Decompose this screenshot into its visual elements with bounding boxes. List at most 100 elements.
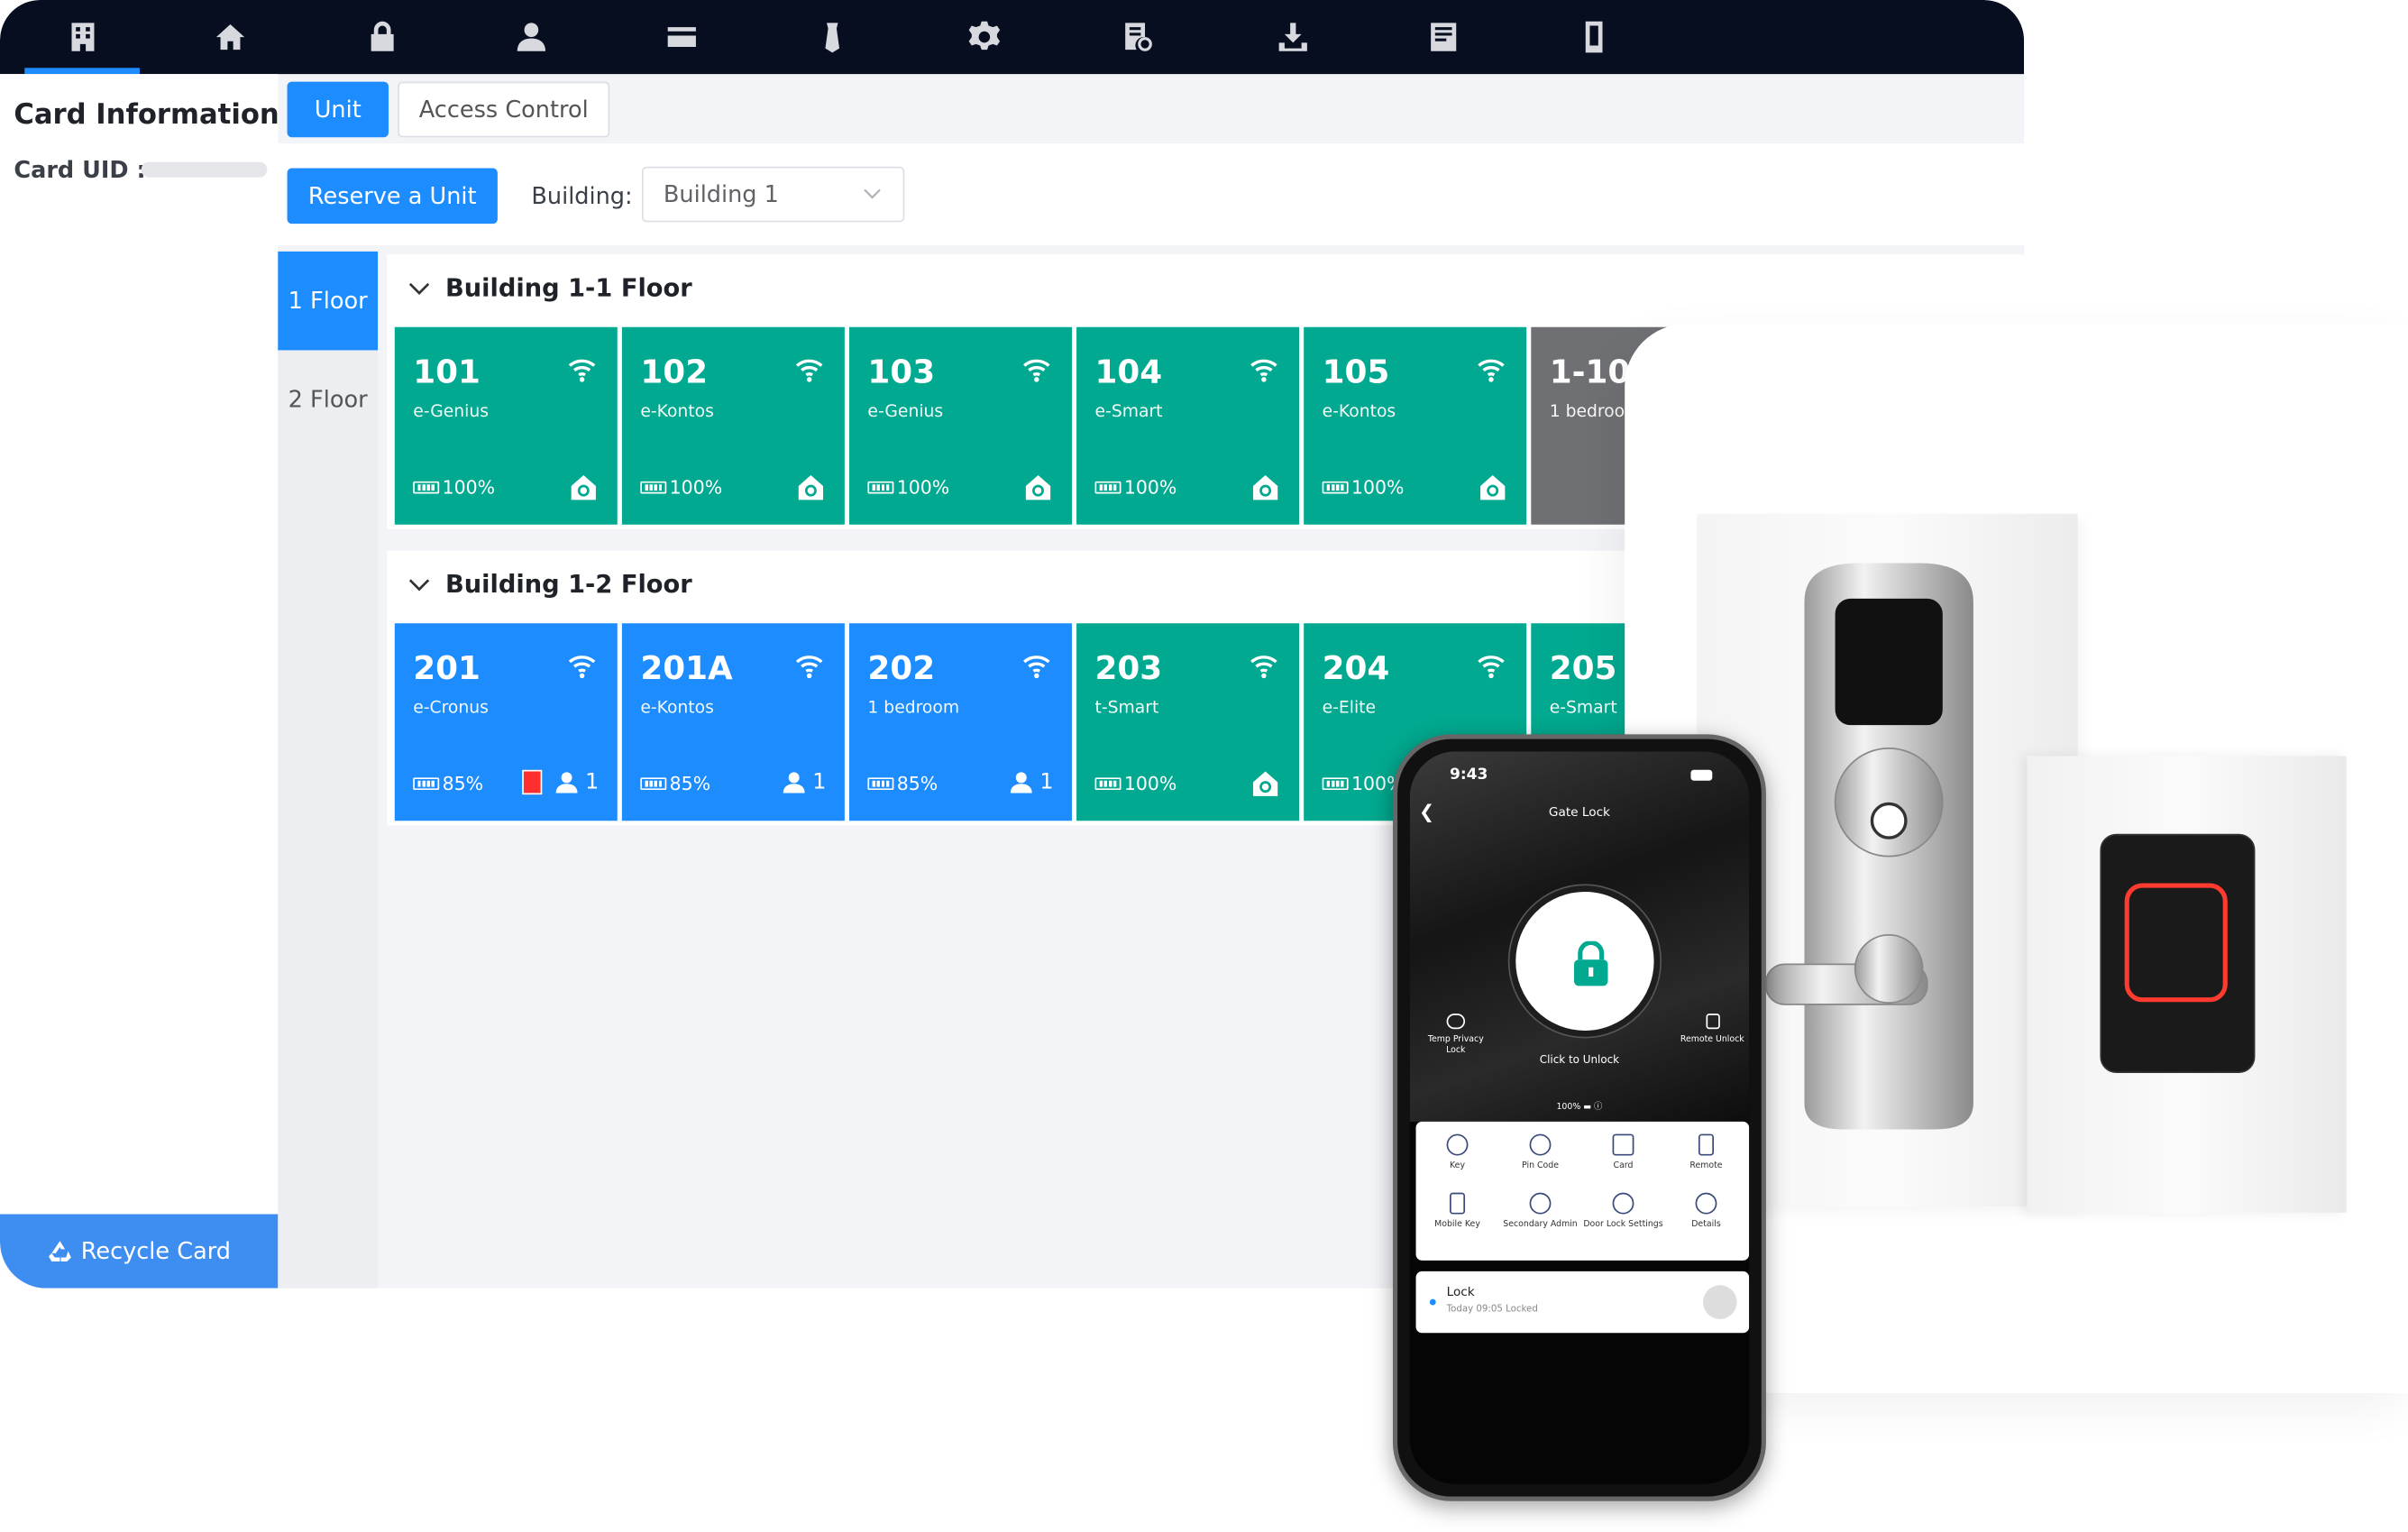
secondary-admin-icon bbox=[1529, 1192, 1552, 1215]
temp-privacy-lock-button[interactable]: Temp Privacy Lock bbox=[1417, 1014, 1494, 1057]
vacant-home-icon bbox=[1025, 474, 1051, 500]
room-type: e-Kontos bbox=[1322, 400, 1396, 422]
wifi-icon bbox=[1250, 656, 1277, 679]
floor-section-header[interactable]: Building 1-1 Floor bbox=[408, 272, 692, 303]
room-tile[interactable]: 101 e-Genius 100% bbox=[394, 326, 618, 525]
report-search-icon[interactable] bbox=[1116, 15, 1159, 59]
room-number: 201A bbox=[640, 649, 733, 687]
pin-code-icon bbox=[1529, 1133, 1552, 1156]
vacant-home-icon bbox=[571, 474, 596, 500]
card-icon[interactable] bbox=[660, 15, 703, 59]
grid-label: Pin Code bbox=[1522, 1161, 1559, 1171]
pin-code-button[interactable]: Pin Code bbox=[1499, 1133, 1582, 1173]
toggle-icon bbox=[1446, 1014, 1466, 1030]
battery-level: 100% bbox=[1094, 477, 1177, 499]
mobile-key-button[interactable]: Mobile Key bbox=[1416, 1192, 1499, 1232]
room-tile[interactable]: 105 e-Kontos 100% bbox=[1304, 326, 1527, 525]
toolbar: Reserve a Unit Building: Building 1 bbox=[278, 143, 2025, 246]
room-tile[interactable]: 102 e-Kontos 100% bbox=[621, 326, 845, 525]
details-button[interactable]: Details bbox=[1664, 1192, 1747, 1232]
room-type: e-Cronus bbox=[413, 697, 489, 718]
door-lock-settings-icon bbox=[1612, 1192, 1634, 1215]
battery-icon bbox=[413, 777, 440, 791]
hotel-icon[interactable] bbox=[61, 15, 105, 59]
occupant-count: 1 bbox=[812, 769, 827, 795]
unlock-button[interactable] bbox=[1509, 885, 1661, 1037]
grid-label: Mobile Key bbox=[1434, 1220, 1480, 1230]
status-battery-icon bbox=[1690, 769, 1713, 781]
status-time: 9:43 bbox=[1450, 766, 1488, 784]
status-dot bbox=[1429, 1298, 1436, 1306]
card-button[interactable]: Card bbox=[1582, 1133, 1665, 1173]
chevron-down-icon bbox=[864, 188, 881, 199]
battery-level: 100% bbox=[1094, 773, 1177, 794]
battery-icon bbox=[1322, 777, 1349, 791]
recycle-card-button[interactable]: Recycle Card bbox=[0, 1214, 279, 1289]
tab-unit[interactable]: Unit bbox=[287, 81, 389, 138]
chevron-down-icon bbox=[408, 282, 430, 295]
floor-nav-item-1[interactable]: 1 Floor bbox=[278, 251, 379, 351]
wifi-icon bbox=[1478, 656, 1505, 679]
card-reader-image bbox=[2100, 833, 2256, 1074]
battery-text: 85% bbox=[442, 773, 484, 795]
door-lock-image bbox=[1765, 563, 1973, 1130]
room-number: 105 bbox=[1322, 353, 1390, 390]
building-select[interactable]: Building 1 bbox=[642, 166, 905, 223]
battery-icon bbox=[413, 481, 440, 494]
card-uid-label: Card UID : bbox=[14, 155, 146, 184]
details-icon bbox=[1695, 1192, 1717, 1215]
mobile-lock-icon[interactable] bbox=[1572, 15, 1616, 59]
room-tile[interactable]: 103 e-Genius 100% bbox=[848, 326, 1072, 525]
tab-access-control[interactable]: Access Control bbox=[398, 81, 610, 138]
room-tile[interactable]: 202 1 bedroom 85% 1 bbox=[848, 623, 1072, 821]
battery-icon bbox=[867, 777, 894, 791]
secondary-admin-button[interactable]: Secondary Admin bbox=[1499, 1192, 1582, 1232]
door-lock-settings-button[interactable]: Door Lock Settings bbox=[1582, 1192, 1665, 1232]
user-icon[interactable] bbox=[510, 15, 554, 59]
key-fob-icon[interactable] bbox=[810, 15, 854, 59]
floor-section-title: Building 1-1 Floor bbox=[444, 272, 692, 303]
home-icon[interactable] bbox=[209, 15, 252, 59]
battery-level: 100% bbox=[413, 477, 495, 499]
occupant-count: 1 bbox=[1039, 769, 1054, 795]
room-tile[interactable]: 201 e-Cronus 85% 1 bbox=[394, 623, 618, 821]
room-tile[interactable]: 104 e-Smart 100% bbox=[1076, 326, 1300, 525]
gear-icon[interactable] bbox=[963, 15, 1006, 59]
door-open-icon bbox=[522, 769, 543, 795]
remote-button[interactable]: Remote bbox=[1664, 1133, 1747, 1173]
mobile-key-icon bbox=[1450, 1192, 1466, 1215]
lock-status-card[interactable]: Lock Today 09:05 Locked bbox=[1415, 1271, 1750, 1334]
lock-icon[interactable] bbox=[361, 15, 404, 59]
room-tile[interactable]: 203 t-Smart 100% bbox=[1076, 623, 1300, 821]
battery-text: 100% bbox=[1350, 476, 1405, 499]
room-number: 103 bbox=[867, 353, 936, 390]
battery-icon bbox=[1322, 481, 1349, 494]
battery-text: 100% bbox=[896, 476, 950, 499]
room-number: 202 bbox=[867, 649, 936, 687]
floor-nav-item-2[interactable]: 2 Floor bbox=[278, 350, 378, 449]
room-number: 201 bbox=[413, 649, 481, 687]
wifi-icon bbox=[568, 656, 596, 679]
battery-level: 100% bbox=[1322, 476, 1405, 499]
guest-icon bbox=[783, 772, 805, 794]
remote-unlock-button[interactable]: Remote Unlock bbox=[1674, 1014, 1749, 1046]
room-tile[interactable]: 201A e-Kontos 85% 1 bbox=[621, 623, 845, 821]
key-button[interactable]: Key bbox=[1416, 1133, 1499, 1173]
reserve-unit-button[interactable]: Reserve a Unit bbox=[287, 168, 498, 225]
wifi-icon bbox=[1023, 656, 1050, 679]
download-icon[interactable] bbox=[1271, 15, 1314, 59]
floor-section-title: Building 1-2 Floor bbox=[444, 569, 692, 599]
room-type: e-Smart bbox=[1549, 697, 1617, 718]
floor-section-header[interactable]: Building 1-2 Floor bbox=[408, 569, 692, 599]
key-icon bbox=[1446, 1133, 1469, 1156]
battery-level: 85% bbox=[640, 773, 710, 794]
log-icon[interactable] bbox=[1422, 15, 1465, 59]
occupancy: 1 bbox=[522, 769, 600, 795]
grid-label: Card bbox=[1613, 1161, 1634, 1171]
wifi-icon bbox=[1478, 359, 1505, 382]
battery-text: 100% bbox=[669, 476, 723, 499]
battery-level: 85% bbox=[867, 773, 938, 794]
lock-battery: 100% ▬ ⓘ bbox=[1556, 1103, 1603, 1113]
room-number: 203 bbox=[1094, 649, 1163, 687]
occupant-count: 1 bbox=[585, 769, 600, 795]
